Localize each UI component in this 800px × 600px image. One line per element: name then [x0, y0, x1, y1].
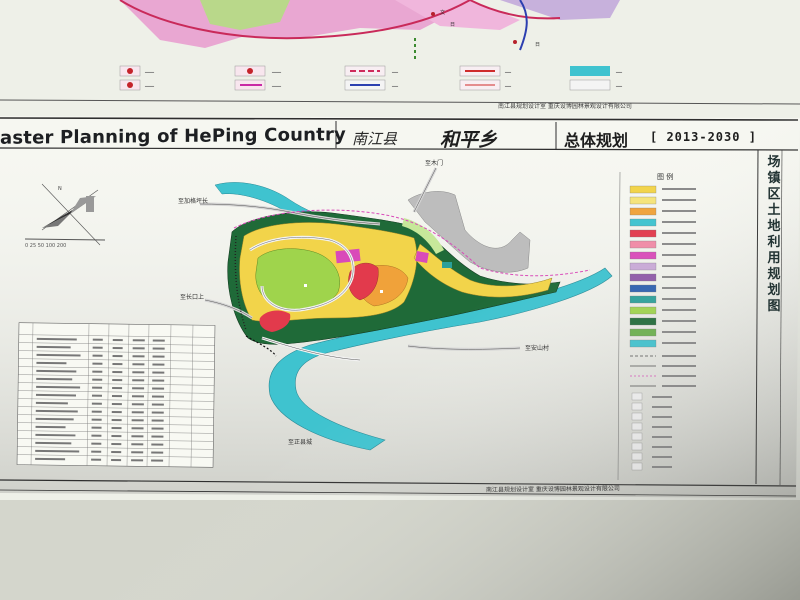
top-sheet-credit: 南江县规划设计室 重庆设博园林景观设计有限公司	[498, 103, 632, 110]
plan-title: 总体规划	[564, 131, 629, 150]
photo-vignette	[0, 0, 800, 600]
road-label-northwest: 至加格坪长	[178, 198, 209, 205]
road-label-south: 至正县城	[288, 439, 313, 446]
plan-years: [ 2013-2030 ]	[650, 130, 757, 144]
english-title: aster Planning of HePing Country	[0, 124, 346, 149]
monitor-screen-photo: 文 日 日 ━━━━━━ ━━━━━━	[0, 0, 800, 600]
road-label-north: 至木门	[425, 160, 444, 167]
town-title: 和平乡	[440, 129, 498, 151]
legend-heading: 图 例	[657, 173, 674, 181]
road-label-east: 至安山村	[525, 345, 550, 352]
sheet-vertical-title: 场镇区土地利用规划图	[767, 155, 781, 314]
county-title: 南江县	[352, 130, 398, 148]
footer-credit: 南江县规划设计室 重庆设博园林景观设计有限公司	[485, 485, 620, 494]
photo-of-monitor: 文 日 日 ━━━━━━ ━━━━━━	[0, 0, 800, 600]
road-label-west: 至长口上	[180, 294, 205, 301]
